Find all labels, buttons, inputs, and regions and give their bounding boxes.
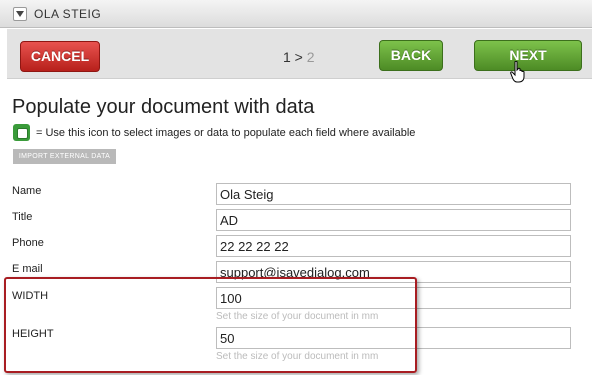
page-title: Populate your document with data [12, 96, 315, 118]
menu-dropdown-button[interactable] [13, 7, 27, 21]
step-indicator: 1 > 2 [283, 49, 315, 65]
name-field[interactable] [216, 183, 571, 205]
email-label: E mail [12, 263, 43, 275]
step-next: 2 [306, 49, 315, 65]
user-name-title: OLA STEIG [34, 7, 102, 21]
top-bar: OLA STEIG [0, 0, 592, 28]
title-label: Title [12, 211, 33, 223]
next-button[interactable]: NEXT [474, 40, 582, 71]
step-separator: > [290, 49, 307, 65]
import-external-data-button[interactable]: IMPORT EXTERNAL DATA [13, 149, 116, 164]
wizard-navbar: CANCEL 1 > 2 BACK NEXT [7, 29, 592, 79]
hand-cursor-icon [510, 61, 525, 83]
triangle-down-icon [16, 11, 24, 17]
phone-label: Phone [12, 237, 44, 249]
title-field[interactable] [216, 209, 571, 231]
phone-field[interactable] [216, 235, 571, 257]
annotation-highlight-box [4, 277, 417, 373]
step-current: 1 [283, 49, 291, 65]
back-button[interactable]: BACK [379, 40, 443, 71]
help-text: = Use this icon to select images or data… [36, 127, 416, 139]
cancel-button[interactable]: CANCEL [20, 41, 100, 72]
green-select-icon [13, 124, 30, 141]
name-label: Name [12, 185, 42, 197]
